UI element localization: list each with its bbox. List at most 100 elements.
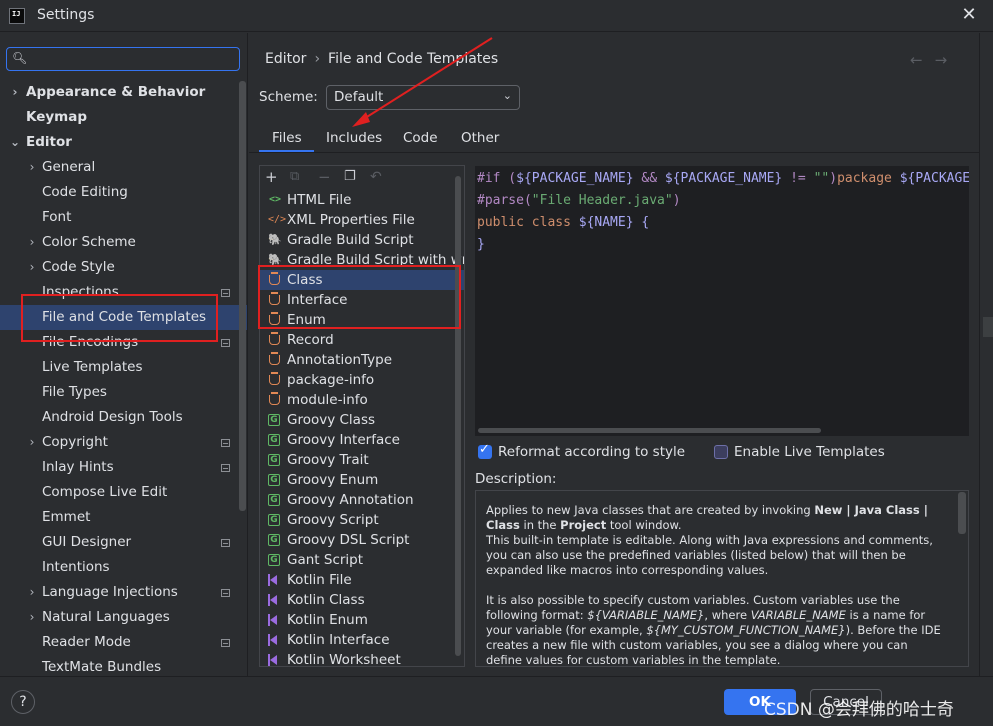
groovy-icon: G [268,474,280,486]
template-name: Groovy Trait [287,452,369,468]
chevron-down-icon[interactable]: ⌄ [9,130,21,155]
editor-horizontal-scrollbar[interactable] [478,428,821,433]
tab-files[interactable]: Files [272,130,302,146]
template-item-kotlin-worksheet[interactable]: Kotlin Worksheet [260,650,464,666]
code-line: } [477,237,485,252]
template-item-kotlin-interface[interactable]: Kotlin Interface [260,630,464,650]
template-name: Groovy Annotation [287,492,414,508]
add-icon[interactable]: + [265,168,278,186]
sidebar-item-gui-designer[interactable]: GUI Designer [0,530,247,555]
watermark-text: CSDN @会拜佛的哈士奇 [764,700,954,720]
breadcrumb-parent[interactable]: Editor [265,51,306,67]
tab-includes[interactable]: Includes [326,130,382,146]
sidebar-item-label: General [42,159,96,175]
code-token: { [633,215,650,230]
sidebar-item-natural-languages[interactable]: › Natural Languages [0,605,247,630]
live-templates-checkbox[interactable] [714,445,728,459]
breadcrumb-separator: › [314,51,321,67]
tab-other[interactable]: Other [461,130,499,146]
sidebar-item-live-templates[interactable]: Live Templates [0,355,247,380]
sidebar-item-editor[interactable]: ⌄ Editor [0,130,247,155]
chevron-right-icon[interactable]: › [26,430,38,455]
scheme-select[interactable]: Default ⌄ [326,85,520,110]
template-item-package-info[interactable]: package-info [260,370,464,390]
template-item-kotlin-file[interactable]: Kotlin File [260,570,464,590]
template-item-groovy-interface[interactable]: G Groovy Interface [260,430,464,450]
sidebar-item-emmet[interactable]: Emmet [0,505,247,530]
template-code-editor[interactable]: #if (${PACKAGE_NAME} && ${PACKAGE_NAME} … [475,166,969,436]
tab-code[interactable]: Code [403,130,438,146]
code-line: #if (${PACKAGE_NAME} && ${PACKAGE_NAME} … [477,171,969,186]
template-item-xml-properties-file[interactable]: </> XML Properties File [260,210,464,230]
template-name: Groovy Script [287,512,379,528]
sidebar-item-keymap[interactable]: Keymap [0,105,247,130]
annotation-box-templates [258,265,461,329]
title-bar: IJ Settings ✕ [0,0,993,32]
groovy-icon: G [268,494,280,506]
template-item-groovy-script[interactable]: G Groovy Script [260,510,464,530]
sidebar-item-label: Reader Mode [42,634,131,650]
chevron-right-icon[interactable]: › [26,155,38,180]
template-item-groovy-trait[interactable]: G Groovy Trait [260,450,464,470]
chevron-right-icon[interactable]: › [26,580,38,605]
back-arrow-icon[interactable]: ← [910,51,935,69]
settings-search-input[interactable]: 🔍︎ [6,47,240,71]
duplicate-icon[interactable]: ❐ [344,168,356,186]
chevron-down-icon: ⌄ [502,89,512,102]
sidebar-item-compose-live-edit[interactable]: Compose Live Edit [0,480,247,505]
templates-list-scrollbar[interactable] [455,176,461,656]
window-title: Settings [37,7,95,23]
description-scrollbar[interactable] [958,492,966,534]
close-icon[interactable]: ✕ [959,5,979,25]
sidebar-item-appearance-behavior[interactable]: › Appearance & Behavior [0,80,247,105]
template-item-groovy-annotation[interactable]: G Groovy Annotation [260,490,464,510]
template-item-annotationtype[interactable]: AnnotationType [260,350,464,370]
template-item-record[interactable]: Record [260,330,464,350]
sidebar-item-textmate-bundles[interactable]: TextMate Bundles [0,655,247,676]
sidebar-item-file-types[interactable]: File Types [0,380,247,405]
sidebar-item-label: Code Editing [42,184,128,200]
navigation-arrows: ←→ [910,51,959,69]
sidebar-item-code-editing[interactable]: Code Editing [0,180,247,205]
xml-icon: </> [268,214,287,225]
sidebar-item-language-injections[interactable]: › Language Injections [0,580,247,605]
code-token: #parse( [477,193,532,208]
sidebar-item-intentions[interactable]: Intentions [0,555,247,580]
project-scope-icon [221,289,230,297]
template-item-gradle-build-script[interactable]: 🐘 Gradle Build Script [260,230,464,250]
forward-arrow-icon[interactable]: → [935,51,960,69]
sidebar-item-android-design-tools[interactable]: Android Design Tools [0,405,247,430]
copy-icon[interactable]: ⧉ [290,168,299,186]
chevron-right-icon[interactable]: › [26,230,38,255]
chevron-right-icon[interactable]: › [9,80,21,105]
project-scope-icon [221,539,230,547]
sidebar-item-inlay-hints[interactable]: Inlay Hints [0,455,247,480]
template-item-kotlin-enum[interactable]: Kotlin Enum [260,610,464,630]
template-item-module-info[interactable]: module-info [260,390,464,410]
sidebar-scrollbar[interactable] [239,81,246,511]
description-variable-example: ${MY_CUSTOM_FUNCTION_NAME} [646,623,846,637]
sidebar-item-reader-mode[interactable]: Reader Mode [0,630,247,655]
sidebar-item-copyright[interactable]: › Copyright [0,430,247,455]
sidebar-item-font[interactable]: Font [0,205,247,230]
sidebar-item-color-scheme[interactable]: › Color Scheme [0,230,247,255]
chevron-right-icon[interactable]: › [26,255,38,280]
code-token: ${PACKAGE_NAME};#end [899,171,969,186]
reset-icon[interactable]: ↶ [370,168,382,186]
template-name: AnnotationType [287,352,393,368]
description-text-part: in the [519,518,561,532]
sidebar-item-general[interactable]: › General [0,155,247,180]
reformat-checkbox[interactable] [478,442,492,459]
chevron-right-icon[interactable]: › [26,605,38,630]
template-item-kotlin-class[interactable]: Kotlin Class [260,590,464,610]
template-item-groovy-class[interactable]: G Groovy Class [260,410,464,430]
template-item-groovy-enum[interactable]: G Groovy Enum [260,470,464,490]
template-item-gant-script[interactable]: G Gant Script [260,550,464,570]
remove-icon[interactable]: − [318,168,331,186]
code-token: public class [477,215,579,230]
sidebar-item-code-style[interactable]: › Code Style [0,255,247,280]
template-name: module-info [287,392,368,408]
help-button[interactable]: ? [11,690,35,714]
template-item-html-file[interactable]: <> HTML File [260,190,464,210]
template-item-groovy-dsl-script[interactable]: G Groovy DSL Script [260,530,464,550]
